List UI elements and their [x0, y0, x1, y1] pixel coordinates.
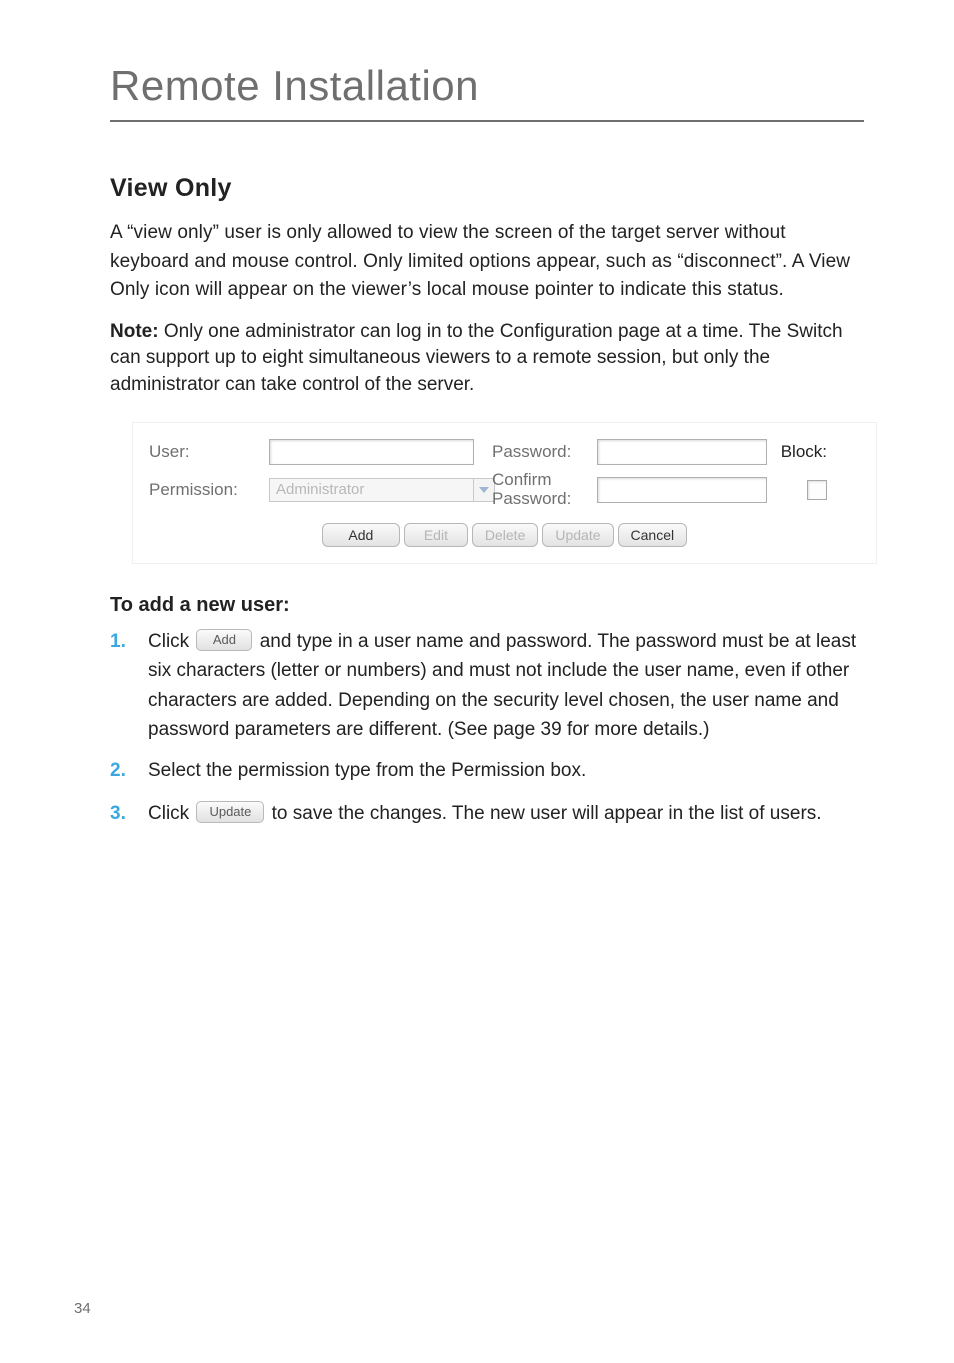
delete-button[interactable]: Delete	[472, 523, 538, 547]
step3-pre: Click	[148, 803, 189, 824]
step2-text: Select the permission type from the Perm…	[148, 756, 586, 785]
note-body: Only one administrator can log in to the…	[110, 321, 843, 395]
step-number: 2.	[110, 756, 148, 786]
note-label: Note:	[110, 321, 159, 342]
paragraph-view-only: A “view only” user is only allowed to vi…	[110, 219, 864, 305]
add-button[interactable]: Add	[322, 523, 400, 547]
page-number: 34	[74, 1300, 91, 1317]
sub-heading-add-user: To add a new user:	[110, 594, 864, 617]
inline-add-button: Add	[196, 629, 252, 651]
user-input[interactable]	[269, 439, 474, 465]
update-button[interactable]: Update	[542, 523, 613, 547]
button-row: Add Edit Delete Update Cancel	[133, 509, 876, 553]
user-form-panel: User: Password: Block: Permission: Admin…	[132, 422, 877, 563]
cancel-button[interactable]: Cancel	[618, 523, 688, 547]
confirm-password-input[interactable]	[597, 477, 767, 503]
password-label: Password:	[492, 442, 597, 462]
list-item: 1. Click Add and type in a user name and…	[110, 627, 864, 745]
steps-list: 1. Click Add and type in a user name and…	[110, 627, 864, 830]
step-number: 1.	[110, 627, 148, 657]
section-heading-view-only: View Only	[110, 174, 864, 203]
step3-post: to save the changes. The new user will a…	[266, 803, 821, 824]
permission-dropdown[interactable]: Administrator	[269, 478, 474, 502]
title-rule	[110, 120, 864, 122]
list-item: 2. Select the permission type from the P…	[110, 756, 864, 786]
permission-value: Administrator	[276, 481, 364, 498]
step1-post: and type in a user name and password. Th…	[148, 631, 856, 740]
block-checkbox[interactable]	[807, 480, 827, 500]
permission-label: Permission:	[149, 480, 269, 500]
chapter-title: Remote Installation	[110, 62, 864, 110]
edit-button[interactable]: Edit	[404, 523, 468, 547]
step1-pre: Click	[148, 631, 189, 652]
block-label: Block:	[767, 443, 827, 460]
user-label: User:	[149, 442, 269, 462]
password-input[interactable]	[597, 439, 767, 465]
inline-update-button: Update	[196, 801, 264, 823]
note-paragraph: Note: Only one administrator can log in …	[110, 319, 864, 399]
confirm-password-label: Confirm Password:	[492, 471, 597, 508]
step-number: 3.	[110, 799, 148, 829]
list-item: 3. Click Update to save the changes. The…	[110, 799, 864, 829]
